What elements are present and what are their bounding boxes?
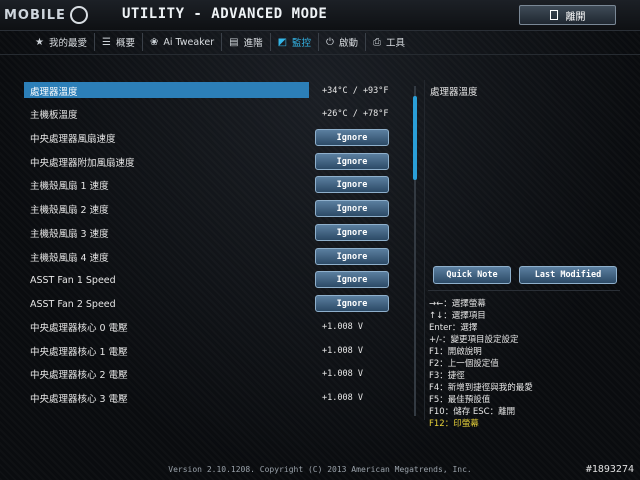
setting-row[interactable]: 主機殼風扇 4 速度 Ignore	[24, 248, 414, 266]
tab-2[interactable]: ❀ Ai Tweaker	[143, 33, 223, 51]
quick-note-button[interactable]: Quick Note	[433, 266, 511, 284]
setting-row[interactable]: 中央處理器附加風扇速度 Ignore	[24, 153, 414, 171]
key-help-item: Enter：選擇	[429, 323, 478, 333]
setting-row[interactable]: 中央處理器核心 2 電壓 +1.008 V	[24, 365, 414, 383]
setting-label: 主機殼風扇 1 速度	[30, 181, 109, 192]
setting-label: 中央處理器核心 3 電壓	[30, 394, 128, 405]
panel-divider	[424, 80, 425, 420]
setting-row[interactable]: 中央處理器核心 1 電壓 +1.008 V	[24, 342, 414, 360]
key-help-list: →←：選擇螢幕 ↑↓：選擇項目 Enter：選擇 +/-：變更項目設定設定 F1：開啟說…	[429, 297, 629, 429]
key-help-item: ↑↓：選擇項目	[429, 311, 486, 321]
setting-label: 主機板溫度	[30, 110, 78, 121]
ignore-button[interactable]: Ignore	[315, 200, 389, 217]
setting-label: 中央處理器核心 1 電壓	[30, 347, 128, 358]
setting-row[interactable]: 中央處理器核心 3 電壓 +1.008 V	[24, 389, 414, 407]
tab-5[interactable]: ⏻ 啟動	[319, 33, 366, 51]
tab-4[interactable]: ◩ 監控	[271, 33, 320, 51]
tab-3[interactable]: ▤ 進階	[222, 33, 271, 51]
main-tabs: ★ 我的最愛 ☰ 概要 ❀ Ai Tweaker ▤ 進階 ◩ 監控 ⏻ 啟動 ⎙ 工具	[28, 33, 412, 51]
ignore-button[interactable]: Ignore	[315, 176, 389, 193]
app-title: UTILITY - ADVANCED MODE	[122, 6, 328, 22]
key-help-item: F1：開啟說明	[429, 347, 482, 357]
setting-value: +1.008 V	[322, 393, 363, 403]
setting-label: 中央處理器核心 2 電壓	[30, 370, 128, 381]
tab-label: 工具	[385, 38, 405, 49]
tab-label: 啟動	[338, 38, 358, 49]
setting-label: 主機殼風扇 2 速度	[30, 205, 109, 216]
watermark: #1893274	[585, 464, 634, 475]
setting-row[interactable]: ASST Fan 1 Speed Ignore	[24, 271, 414, 289]
setting-row[interactable]: 主機板溫度 +26°C / +78°F	[24, 105, 414, 123]
ignore-button[interactable]: Ignore	[315, 295, 389, 312]
tab-label: 進階	[243, 38, 263, 49]
tweaker-icon: ❀	[149, 36, 159, 48]
setting-row[interactable]: 主機殼風扇 1 速度 Ignore	[24, 176, 414, 194]
scrollbar-thumb[interactable]	[413, 96, 417, 180]
list-icon: ☰	[101, 36, 111, 48]
star-icon: ★	[35, 36, 44, 48]
setting-row[interactable]: 主機殼風扇 3 速度 Ignore	[24, 224, 414, 242]
exit-label: 離開	[565, 11, 586, 23]
key-help-item: F2：上一個設定值	[429, 359, 499, 369]
version-footer: Version 2.10.1208. Copyright (C) 2013 Am…	[168, 465, 472, 474]
help-separator	[428, 290, 620, 291]
setting-value: +1.008 V	[322, 322, 363, 332]
tab-6[interactable]: ⎙ 工具	[366, 33, 412, 51]
setting-label: 中央處理器風扇速度	[30, 134, 116, 145]
setting-value: +34°C / +93°F	[322, 86, 389, 96]
setting-value: +1.008 V	[322, 369, 363, 379]
setting-label: 主機殼風扇 3 速度	[30, 229, 109, 240]
logo-ring-icon	[69, 6, 88, 24]
setting-row[interactable]: 中央處理器核心 0 電壓 +1.008 V	[24, 318, 414, 336]
tab-label: Ai Tweaker	[163, 36, 215, 48]
setting-label: 處理器溫度	[30, 87, 78, 98]
key-help-item: F4：新增到捷徑與我的最愛	[429, 383, 533, 393]
setting-label: ASST Fan 1 Speed	[30, 274, 116, 286]
last-modified-button[interactable]: Last Modified	[519, 266, 617, 284]
setting-label: 中央處理器核心 0 電壓	[30, 323, 128, 334]
setting-row[interactable]: 主機殼風扇 2 速度 Ignore	[24, 200, 414, 218]
ignore-button[interactable]: Ignore	[315, 271, 389, 288]
setting-row[interactable]: 中央處理器風扇速度 Ignore	[24, 129, 414, 147]
key-help-item: F5：最佳預設值	[429, 395, 491, 405]
tab-label: 概要	[115, 38, 135, 49]
tab-divider	[0, 54, 640, 55]
setting-label: ASST Fan 2 Speed	[30, 298, 116, 310]
exit-button[interactable]: 離開	[519, 5, 616, 25]
exit-door-icon	[549, 10, 558, 20]
ignore-button[interactable]: Ignore	[315, 129, 389, 146]
tab-label: 監控	[292, 38, 312, 49]
key-help-item: F3：捷徑	[429, 371, 465, 381]
setting-label: 主機殼風扇 4 速度	[30, 253, 109, 264]
title-bar: MOBILE UTILITY - ADVANCED MODE 離開	[0, 0, 640, 31]
brand-logo: MOBILE	[4, 4, 90, 26]
setting-value: +1.008 V	[322, 346, 363, 356]
setting-value: +26°C / +78°F	[322, 109, 389, 119]
key-help-item: F10：儲存 ESC：離開	[429, 407, 516, 417]
ignore-button[interactable]: Ignore	[315, 224, 389, 241]
setting-label: 中央處理器附加風扇速度	[30, 158, 135, 169]
tool-icon: ⎙	[372, 36, 381, 48]
help-title: 處理器溫度	[430, 87, 478, 98]
key-help-item: →←：選擇螢幕	[429, 299, 486, 309]
ignore-button[interactable]: Ignore	[315, 248, 389, 265]
key-help-item: F12：印螢幕	[429, 419, 479, 429]
power-icon: ⏻	[326, 36, 334, 48]
setting-row[interactable]: ASST Fan 2 Speed Ignore	[24, 295, 414, 313]
tab-1[interactable]: ☰ 概要	[95, 33, 143, 51]
monitor-panel: 處理器溫度 +34°C / +93°F 主機板溫度 +26°C / +78°F 中央處理…	[18, 78, 428, 420]
logo-text: MOBILE	[4, 7, 66, 23]
monitor-icon: ◩	[277, 36, 288, 48]
key-help-item: +/-：變更項目設定設定	[429, 335, 519, 345]
setting-row[interactable]: 處理器溫度 +34°C / +93°F	[24, 82, 414, 100]
ignore-button[interactable]: Ignore	[315, 153, 389, 170]
advanced-icon: ▤	[229, 36, 239, 48]
tab-label: 我的最愛	[48, 38, 87, 49]
tab-0[interactable]: ★ 我的最愛	[28, 33, 95, 51]
